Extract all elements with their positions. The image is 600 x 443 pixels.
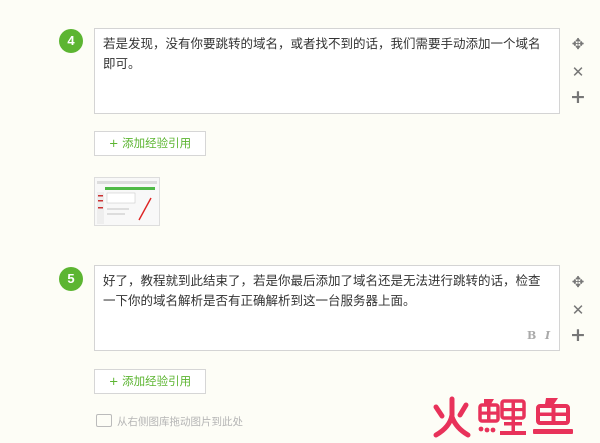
italic-button[interactable]: I xyxy=(545,326,550,346)
step-image-thumbnail[interactable] xyxy=(94,177,160,226)
image-drop-hint[interactable]: 从右侧图库拖动图片到此处 xyxy=(96,414,243,430)
watermark-logo: 火 xyxy=(430,395,590,443)
add-reference-button[interactable]: + 添加经验引用 xyxy=(94,131,206,156)
bold-button[interactable]: B xyxy=(527,326,536,346)
close-icon[interactable]: ✕ xyxy=(568,62,588,82)
add-reference-button[interactable]: + 添加经验引用 xyxy=(94,369,206,394)
step-text[interactable]: 若是发现，没有你要跳转的域名，或者找不到的话，我们需要手动添加一个域名即可。 xyxy=(103,34,551,74)
step-number-badge: 5 xyxy=(59,267,83,291)
plus-icon[interactable]: + xyxy=(568,87,588,107)
step-text-editor[interactable]: 若是发现，没有你要跳转的域名，或者找不到的话，我们需要手动添加一个域名即可。 xyxy=(94,28,560,114)
close-icon[interactable]: ✕ xyxy=(568,300,588,320)
move-icon[interactable]: ✥ xyxy=(568,34,588,54)
step-number-badge: 4 xyxy=(59,29,83,53)
plus-icon[interactable]: + xyxy=(568,325,588,345)
image-icon xyxy=(96,414,112,427)
step-text[interactable]: 好了，教程就到此结束了，若是你最后添加了域名还是无法进行跳转的话，检查一下你的域… xyxy=(103,271,551,311)
step-text-editor[interactable]: 好了，教程就到此结束了，若是你最后添加了域名还是无法进行跳转的话，检查一下你的域… xyxy=(94,265,560,351)
image-drop-hint-text: 从右侧图库拖动图片到此处 xyxy=(117,416,243,428)
move-icon[interactable]: ✥ xyxy=(568,272,588,292)
